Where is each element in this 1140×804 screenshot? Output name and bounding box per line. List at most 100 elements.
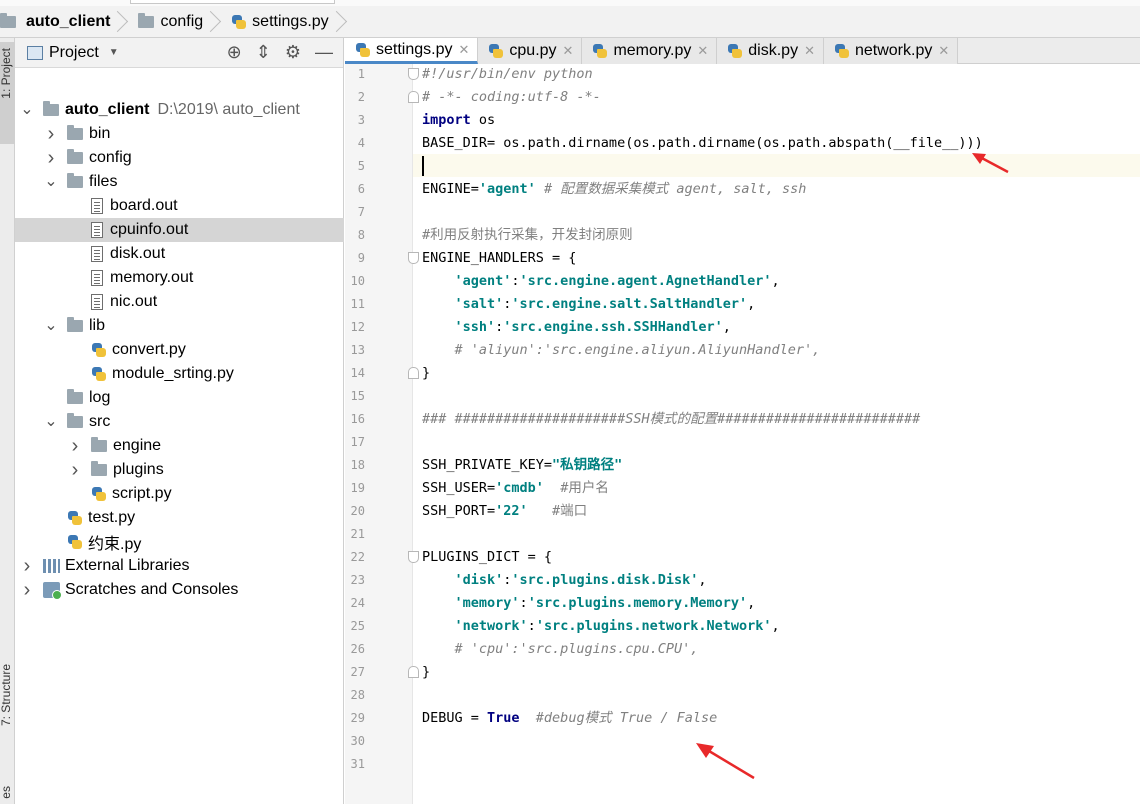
tree-item[interactable]: convert.py [15, 338, 344, 362]
code-line: SSH_PRIVATE_KEY="私钥路径" [422, 454, 622, 477]
chevron-right-icon[interactable]: › [19, 579, 35, 602]
chevron-down-icon[interactable]: ⌄ [43, 414, 59, 430]
code-line: # 'aliyun':'src.engine.aliyun.AliyunHand… [422, 339, 821, 362]
project-panel: Project ▼ ⊕ ⇕ ⚙ — ⌄ auto_client D:\2019\ a… [15, 38, 344, 804]
tree-item[interactable]: ⌄ lib [15, 314, 344, 338]
code-token: 'salt' [422, 296, 504, 312]
code-token: os [470, 112, 496, 128]
code-line: ### #####################SSH模式的配置#######… [422, 408, 920, 431]
close-icon[interactable]: ✕ [938, 43, 949, 59]
chevron-down-icon[interactable]: ▼ [109, 47, 119, 58]
chevron-down-icon[interactable]: ⌄ [43, 174, 59, 190]
python-file-icon [67, 510, 83, 526]
project-panel-title[interactable]: Project [49, 44, 99, 62]
line-number: 31 [350, 757, 365, 771]
code-token: , [722, 319, 731, 335]
code-token: import [422, 112, 471, 128]
tree-item[interactable]: nic.out [15, 290, 344, 314]
chevron-right-icon[interactable]: › [67, 459, 83, 482]
editor-tab[interactable]: settings.py ✕ [345, 38, 479, 64]
code-token: 'src.plugins.network.Network' [535, 618, 772, 634]
chevron-right-icon[interactable]: › [19, 555, 35, 578]
code-token: SSH_PRIVATE_KEY= [422, 457, 553, 473]
code-token: } [422, 664, 431, 680]
project-path: D:\2019\ auto_client [157, 101, 300, 118]
tree-item[interactable]: test.py [15, 506, 344, 530]
tree-item[interactable]: › config [15, 146, 344, 170]
tree-item[interactable]: › Scratches and Consoles [15, 578, 344, 602]
breadcrumb-project[interactable]: auto_client [0, 6, 130, 38]
code-editor[interactable]: #!/usr/bin/env python # -*- coding:utf-8 … [414, 64, 1140, 804]
tree-item[interactable]: memory.out [15, 266, 344, 290]
code-token: # 'cpu':'src.plugins.cpu.CPU', [422, 641, 699, 657]
line-number: 26 [350, 642, 365, 656]
breadcrumb-project-label: auto_client [26, 12, 111, 30]
tree-item[interactable]: script.py [15, 482, 344, 506]
tree-item[interactable]: ⌄ auto_client D:\2019\ auto_client [15, 98, 344, 122]
close-icon[interactable]: ✕ [563, 43, 574, 59]
breadcrumb-folder[interactable]: config [130, 6, 223, 38]
tree-item[interactable]: log [15, 386, 344, 410]
structure-tool-label[interactable]: 7: Structure [0, 664, 13, 726]
tree-item-label: lib [89, 317, 106, 334]
tree-item-label: log [89, 389, 111, 406]
tree-item[interactable]: › plugins [15, 458, 344, 482]
bottom-tool-label[interactable]: es [0, 786, 13, 799]
code-token: , [698, 572, 707, 588]
editor-tab[interactable]: network.py ✕ [823, 38, 959, 64]
text-caret [422, 156, 424, 176]
tree-item[interactable]: cpuinfo.out [15, 218, 344, 242]
code-token: 'cmdb' [495, 480, 544, 496]
code-token: #!/usr/bin/env python [422, 66, 593, 82]
chevron-down-icon[interactable]: ⌄ [43, 318, 59, 334]
code-token: 'disk' [422, 572, 504, 588]
tree-item[interactable]: 约束.py [15, 530, 344, 554]
breadcrumb-file[interactable]: settings.py [223, 6, 348, 38]
locate-icon[interactable]: ⊕ [227, 42, 242, 63]
code-line: } [422, 661, 430, 684]
project-icon [27, 45, 43, 60]
python-file-icon [727, 43, 743, 59]
tree-item[interactable]: › bin [15, 122, 344, 146]
tree-item-label: cpuinfo.out [110, 221, 189, 238]
tree-item[interactable]: › engine [15, 434, 344, 458]
editor-tab[interactable]: cpu.py ✕ [478, 38, 583, 64]
text-file-icon [91, 198, 103, 214]
tree-item-label: files [89, 173, 118, 190]
line-number: 29 [350, 711, 365, 725]
line-number: 1 [357, 67, 365, 81]
tree-item[interactable]: ⌄ src [15, 410, 344, 434]
code-token: # 配置数据采集模式 agent, salt, ssh [535, 181, 807, 197]
gear-icon[interactable]: ⚙ [285, 42, 301, 63]
editor-tab[interactable]: memory.py ✕ [582, 38, 718, 64]
close-icon[interactable]: ✕ [458, 42, 469, 58]
tree-item-label: disk.out [110, 245, 166, 262]
tree-item-label: Scratches and Consoles [65, 581, 239, 598]
line-number: 12 [350, 320, 365, 334]
code-token: #端口 [527, 503, 588, 519]
breadcrumb-file-label: settings.py [252, 12, 329, 30]
folder-icon [67, 389, 83, 404]
tree-item[interactable]: ⌄ files [15, 170, 344, 194]
close-icon[interactable]: ✕ [804, 43, 815, 59]
tree-item[interactable]: board.out [15, 194, 344, 218]
tree-item-label: convert.py [112, 341, 186, 358]
chevron-right-icon[interactable]: › [43, 147, 59, 170]
tree-item-label: config [89, 149, 132, 166]
code-line: SSH_PORT='22' #端口 [422, 500, 587, 523]
collapse-all-icon[interactable]: ⇕ [256, 42, 271, 63]
editor-tab[interactable]: disk.py ✕ [717, 38, 824, 64]
tree-item[interactable]: › External Libraries [15, 554, 344, 578]
close-icon[interactable]: ✕ [697, 43, 708, 59]
code-line: # -*- coding:utf-8 -*- [422, 86, 601, 109]
tree-item[interactable]: disk.out [15, 242, 344, 266]
chevron-right-icon[interactable]: › [43, 123, 59, 146]
code-line: PLUGINS_DICT = { [422, 546, 552, 569]
annotation-arrow-top [972, 153, 1009, 174]
tree-item-label: board.out [110, 197, 178, 214]
chevron-down-icon[interactable]: ⌄ [19, 102, 35, 118]
tree-item[interactable]: module_srting.py [15, 362, 344, 386]
hide-icon[interactable]: — [315, 42, 333, 63]
tree-item-label: bin [89, 125, 111, 142]
chevron-right-icon[interactable]: › [67, 435, 83, 458]
